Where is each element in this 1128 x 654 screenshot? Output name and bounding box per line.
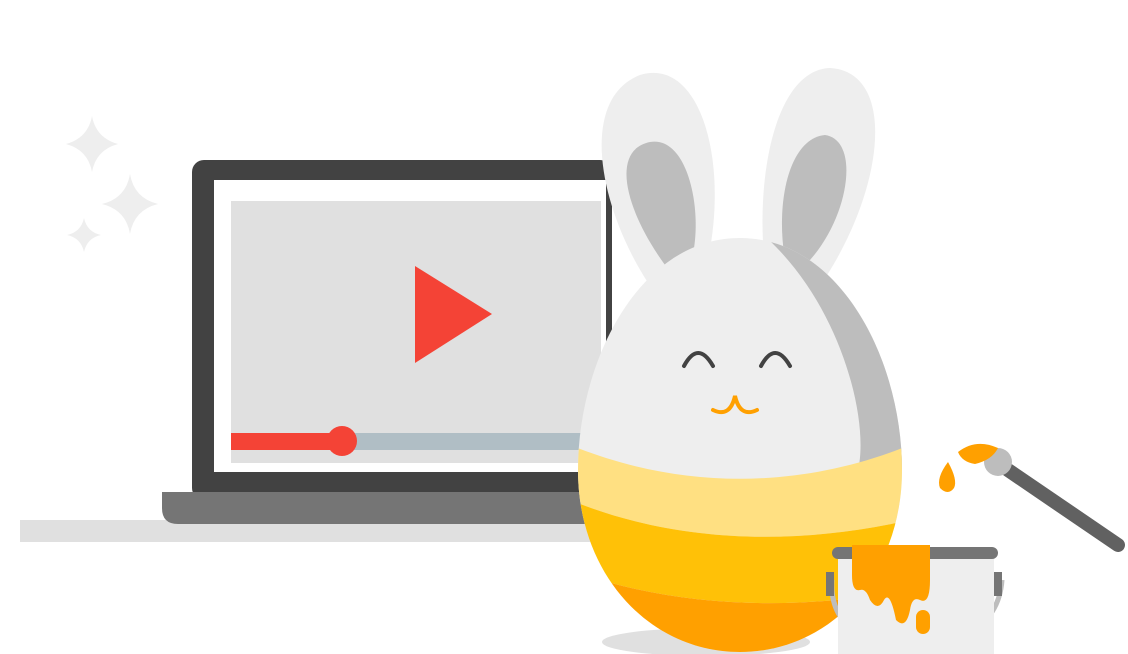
paint-bucket-icon — [826, 545, 1005, 654]
progress-played — [231, 433, 342, 450]
laptop — [162, 160, 620, 524]
paint-drop — [939, 462, 956, 492]
laptop-base — [162, 492, 620, 524]
paintbrush-icon — [939, 443, 1125, 552]
progress-scrubber[interactable] — [327, 426, 357, 456]
sparkle-icon — [66, 116, 158, 252]
easter-illustration — [20, 68, 1125, 654]
illustration-canvas — [0, 0, 1128, 654]
